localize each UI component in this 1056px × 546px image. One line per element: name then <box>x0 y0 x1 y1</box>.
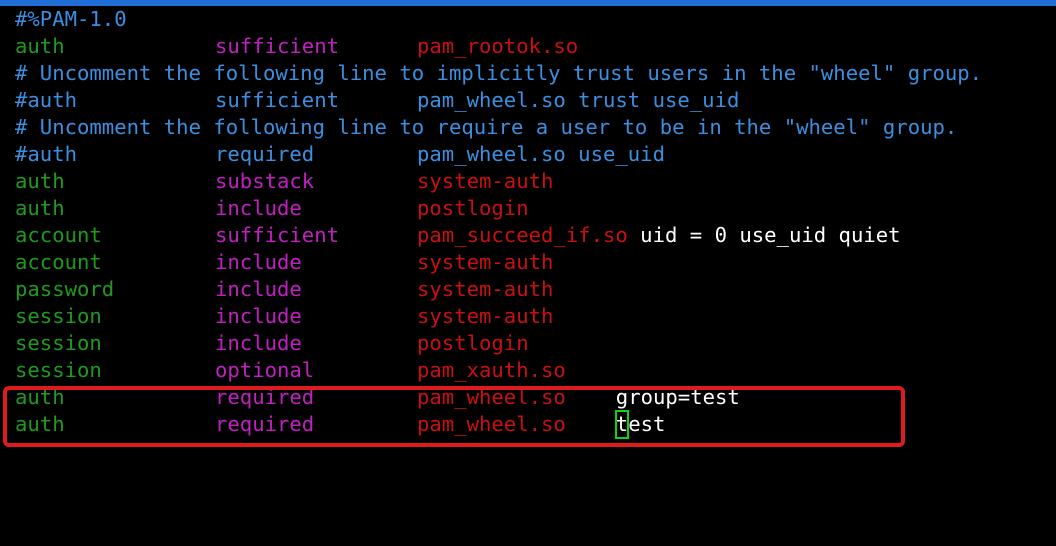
pam-type: password <box>15 277 115 301</box>
pam-control: include <box>215 250 302 274</box>
editor-line: auth include postlogin <box>15 195 1055 222</box>
pam-type: account <box>15 223 102 247</box>
pam-control-commented: sufficient <box>215 88 339 112</box>
pam-module: system-auth <box>417 277 554 301</box>
pam-module: postlogin <box>417 331 529 355</box>
pam-type: session <box>15 358 102 382</box>
editor-text-area[interactable]: #%PAM-1.0 auth sufficient pam_rootok.so … <box>15 6 1055 439</box>
comment-line: # Uncomment the following line to implic… <box>15 61 983 85</box>
pam-control: substack <box>215 169 315 193</box>
pam-module-commented: pam_wheel.so trust use_uid <box>417 88 740 112</box>
pam-module: system-auth <box>417 304 554 328</box>
pam-type: session <box>15 304 102 328</box>
editor-line: auth sufficient pam_rootok.so <box>15 33 1055 60</box>
editor-line: password include system-auth <box>15 276 1055 303</box>
pam-header-comment: #%PAM-1.0 <box>15 7 127 31</box>
pam-module: pam_succeed_if.so <box>417 223 628 247</box>
pam-type-commented: #auth <box>15 88 77 112</box>
comment-line: # Uncomment the following line to requir… <box>15 115 958 139</box>
editor-line: session include postlogin <box>15 330 1055 357</box>
editor-line: session optional pam_xauth.so <box>15 357 1055 384</box>
pam-module-commented: pam_wheel.so use_uid <box>417 142 665 166</box>
pam-module: postlogin <box>417 196 529 220</box>
editor-line: account sufficient pam_succeed_if.so uid… <box>15 222 1055 249</box>
pam-control-commented: required <box>215 142 315 166</box>
pam-type: session <box>15 331 102 355</box>
editor-line: #%PAM-1.0 <box>15 6 1055 33</box>
pam-type: auth <box>15 169 65 193</box>
editor-line: session include system-auth <box>15 303 1055 330</box>
pam-control: include <box>215 304 302 328</box>
editor-line: #auth required pam_wheel.so use_uid <box>15 141 1055 168</box>
pam-module: system-auth <box>417 250 554 274</box>
editor-line: account include system-auth <box>15 249 1055 276</box>
pam-module: pam_rootok.so <box>417 34 579 58</box>
editor-line: #auth sufficient pam_wheel.so trust use_… <box>15 87 1055 114</box>
pam-type: auth <box>15 34 65 58</box>
editor-line: # Uncomment the following line to implic… <box>15 60 1055 87</box>
pam-type: account <box>15 250 102 274</box>
pam-control: include <box>215 277 302 301</box>
pam-control: include <box>215 331 302 355</box>
pam-args: uid = 0 use_uid quiet <box>627 223 901 247</box>
pam-module: pam_xauth.so <box>417 358 566 382</box>
pam-control: sufficient <box>215 34 339 58</box>
pam-control: sufficient <box>215 223 339 247</box>
pam-type-commented: #auth <box>15 142 77 166</box>
pam-control: include <box>215 196 302 220</box>
editor-line: # Uncomment the following line to requir… <box>15 114 1055 141</box>
pam-control: optional <box>215 358 315 382</box>
pam-type: auth <box>15 196 65 220</box>
red-annotation-box <box>3 386 905 447</box>
editor-line: auth substack system-auth <box>15 168 1055 195</box>
pam-module-with-args: pam_succeed_if.so uid = 0 use_uid quiet <box>417 222 901 249</box>
pam-module: system-auth <box>417 169 554 193</box>
